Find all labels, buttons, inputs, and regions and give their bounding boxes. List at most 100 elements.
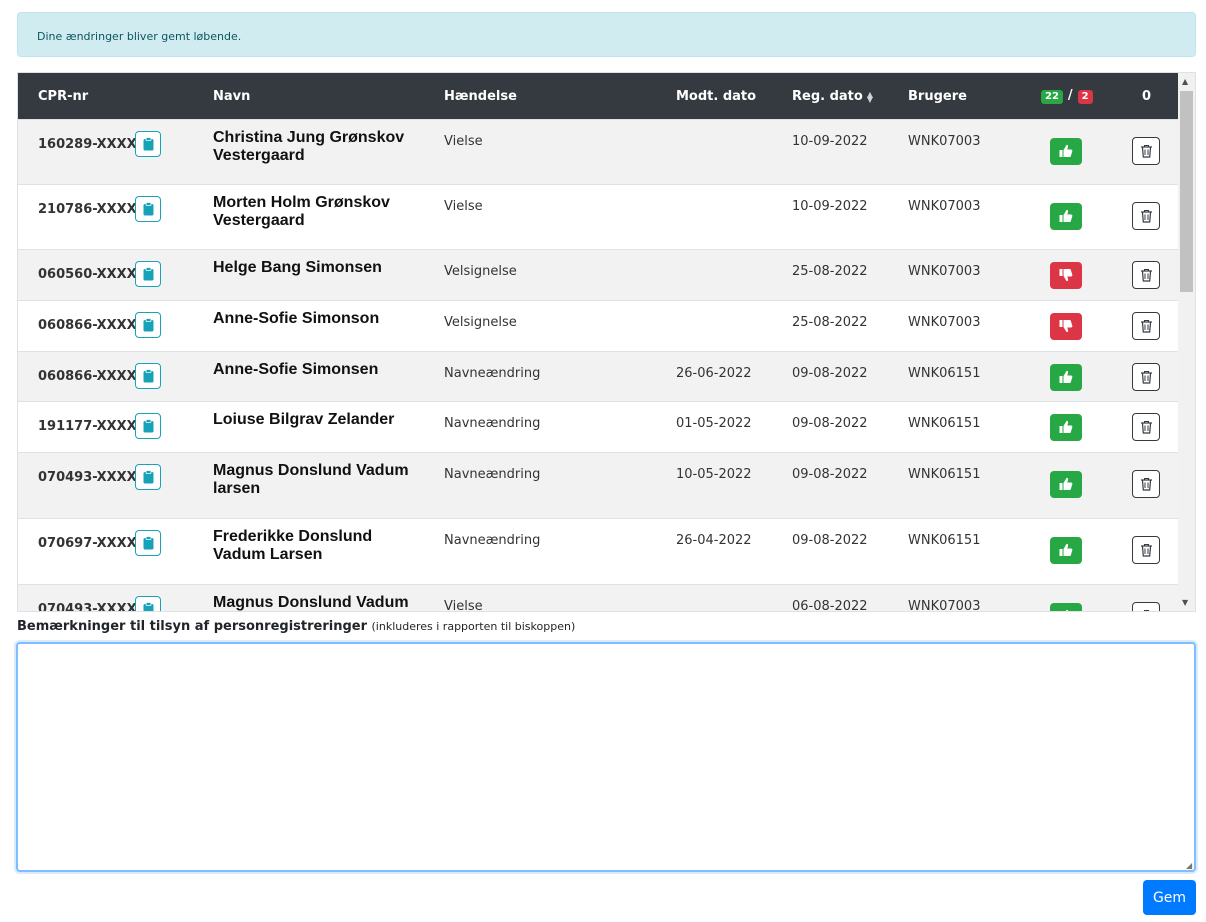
autosave-alert-text: Dine ændringer bliver gemt løbende. bbox=[37, 30, 242, 43]
header-brugere: Brugere bbox=[908, 89, 967, 104]
table-scrollbar[interactable]: ▲ ▼ bbox=[1178, 73, 1195, 611]
person-name: Anne-Sofie Simonsen bbox=[213, 361, 379, 378]
header-reg-dato[interactable]: Reg. dato ▲ ▼ bbox=[792, 89, 873, 104]
cpr-number: 060866-XXXX bbox=[38, 369, 137, 384]
approved-toggle-button[interactable] bbox=[1050, 537, 1082, 564]
table-row: 191177-XXXX Loiuse Bilgrav Zelander Navneæ… bbox=[18, 401, 1179, 452]
delete-row-button[interactable] bbox=[1132, 536, 1160, 564]
copy-cpr-button[interactable] bbox=[135, 363, 161, 389]
approved-toggle-button[interactable] bbox=[1050, 603, 1082, 611]
cpr-number: 191177-XXXX bbox=[38, 419, 137, 434]
person-name: Magnus Donslund Vadum larsen bbox=[213, 462, 409, 497]
table-row: 060866-XXXX Anne-Sofie Simonsen Navneændri… bbox=[18, 351, 1179, 401]
person-name: Loiuse Bilgrav Zelander bbox=[213, 411, 395, 428]
registered-date: 09-08-2022 bbox=[792, 416, 868, 431]
person-name: Anne-Sofie Simonson bbox=[213, 310, 380, 327]
remarks-label: Bemærkninger til tilsyn af personregistr… bbox=[17, 619, 575, 634]
registered-date: 25-08-2022 bbox=[792, 264, 868, 279]
copy-cpr-button[interactable] bbox=[135, 196, 161, 222]
header-reg-dato-label: Reg. dato bbox=[792, 89, 863, 104]
autosave-alert: Dine ændringer bliver gemt løbende. bbox=[17, 12, 1196, 57]
user-id: WNK07003 bbox=[908, 315, 981, 330]
registered-date: 10-09-2022 bbox=[792, 199, 868, 214]
approved-toggle-button[interactable] bbox=[1050, 203, 1082, 230]
table-row: 210786-XXXX Morten Holm Grønskov Vesterga… bbox=[18, 184, 1179, 249]
registrations-table: CPR-nr Navn Hændelse Modt. dato Reg. dat… bbox=[17, 72, 1196, 612]
copy-cpr-button[interactable] bbox=[135, 261, 161, 287]
approved-toggle-button[interactable] bbox=[1050, 471, 1082, 498]
cpr-number: 160289-XXXX bbox=[38, 137, 137, 152]
table-row: 160289-XXXX Christina Jung Grønskov Veste… bbox=[18, 119, 1179, 184]
event-type: Navneændring bbox=[444, 533, 541, 548]
registered-date: 09-08-2022 bbox=[792, 366, 868, 381]
copy-cpr-button[interactable] bbox=[135, 131, 161, 157]
person-name: Frederikke Donslund Vadum Larsen bbox=[213, 528, 373, 563]
save-button[interactable]: Gem bbox=[1143, 880, 1196, 915]
copy-cpr-button[interactable] bbox=[135, 530, 161, 556]
count-separator: / bbox=[1067, 88, 1073, 103]
event-type: Navneændring bbox=[444, 467, 541, 482]
header-status-counts: 22 / 2 bbox=[1041, 88, 1093, 104]
table-row: 060866-XXXX Anne-Sofie Simonson Velsignels… bbox=[18, 300, 1179, 351]
user-id: WNK07003 bbox=[908, 599, 981, 612]
table-row: 070697-XXXX Frederikke Donslund Vadum Lar… bbox=[18, 518, 1179, 584]
header-navn: Navn bbox=[213, 89, 251, 104]
received-date: 10-05-2022 bbox=[676, 467, 752, 482]
cpr-number: 060866-XXXX bbox=[38, 318, 137, 333]
cpr-number: 070697-XXXX bbox=[38, 536, 137, 551]
header-modt-dato: Modt. dato bbox=[676, 89, 757, 104]
copy-cpr-button[interactable] bbox=[135, 413, 161, 439]
event-type: Velsignelse bbox=[444, 315, 517, 330]
delete-row-button[interactable] bbox=[1132, 312, 1160, 340]
received-date: 01-05-2022 bbox=[676, 416, 752, 431]
user-id: WNK07003 bbox=[908, 199, 981, 214]
table-header: CPR-nr Navn Hændelse Modt. dato Reg. dat… bbox=[18, 73, 1179, 119]
person-name: Magnus Donslund Vadum bbox=[213, 594, 409, 611]
sort-icon[interactable]: ▲ ▼ bbox=[867, 90, 873, 103]
registered-date: 09-08-2022 bbox=[792, 533, 868, 548]
registered-date: 06-08-2022 bbox=[792, 599, 868, 612]
approved-toggle-button[interactable] bbox=[1050, 414, 1082, 441]
rejected-toggle-button[interactable] bbox=[1050, 262, 1082, 289]
delete-row-button[interactable] bbox=[1132, 413, 1160, 441]
copy-cpr-button[interactable] bbox=[135, 312, 161, 338]
received-date: 26-04-2022 bbox=[676, 533, 752, 548]
copy-cpr-button[interactable] bbox=[135, 464, 161, 490]
registered-date: 10-09-2022 bbox=[792, 134, 868, 149]
delete-row-button[interactable] bbox=[1132, 261, 1160, 289]
scroll-up-arrow-icon[interactable]: ▲ bbox=[1182, 77, 1188, 86]
cpr-number: 210786-XXXX bbox=[38, 202, 137, 217]
user-id: WNK06151 bbox=[908, 467, 981, 482]
received-date: 26-06-2022 bbox=[676, 366, 752, 381]
delete-row-button[interactable] bbox=[1132, 202, 1160, 230]
user-id: WNK06151 bbox=[908, 416, 981, 431]
table-row: 070493-XXXX Magnus Donslund Vadum Vielse 06… bbox=[18, 584, 1179, 612]
delete-row-button[interactable] bbox=[1132, 363, 1160, 391]
scrollbar-thumb[interactable] bbox=[1180, 91, 1193, 292]
copy-cpr-button[interactable] bbox=[135, 596, 161, 611]
user-id: WNK07003 bbox=[908, 134, 981, 149]
table-row: 070493-XXXX Magnus Donslund Vadum larsen N… bbox=[18, 452, 1179, 518]
cpr-number: 070493-XXXX bbox=[38, 602, 137, 612]
table-row: 060560-XXXX Helge Bang Simonsen Velsignels… bbox=[18, 249, 1179, 300]
delete-row-button[interactable] bbox=[1132, 602, 1160, 611]
approved-toggle-button[interactable] bbox=[1050, 138, 1082, 165]
scroll-down-arrow-icon[interactable]: ▼ bbox=[1182, 598, 1188, 607]
delete-row-button[interactable] bbox=[1132, 137, 1160, 165]
event-type: Vielse bbox=[444, 134, 483, 149]
event-type: Vielse bbox=[444, 199, 483, 214]
user-id: WNK07003 bbox=[908, 264, 981, 279]
user-id: WNK06151 bbox=[908, 366, 981, 381]
person-name: Christina Jung Grønskov Vestergaard bbox=[213, 129, 405, 164]
remarks-textarea[interactable] bbox=[16, 642, 1196, 872]
rejected-count-badge: 2 bbox=[1077, 90, 1093, 104]
rejected-toggle-button[interactable] bbox=[1050, 313, 1082, 340]
event-type: Navneændring bbox=[444, 366, 541, 381]
cpr-number: 070493-XXXX bbox=[38, 470, 137, 485]
registered-date: 09-08-2022 bbox=[792, 467, 868, 482]
approved-toggle-button[interactable] bbox=[1050, 364, 1082, 391]
person-name: Morten Holm Grønskov Vestergaard bbox=[213, 194, 390, 229]
delete-row-button[interactable] bbox=[1132, 470, 1160, 498]
approved-count-badge: 22 bbox=[1041, 90, 1063, 104]
resize-grip-icon[interactable]: ◢ bbox=[1186, 861, 1192, 870]
